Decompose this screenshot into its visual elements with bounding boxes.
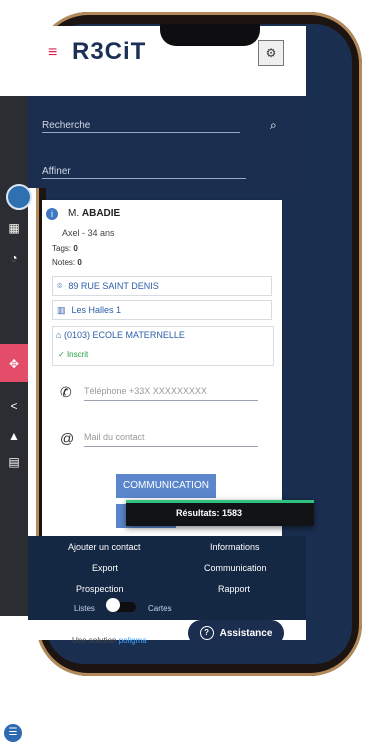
results-accent: [126, 500, 314, 503]
user-settings-icon[interactable]: ⚙: [258, 40, 284, 66]
toggle-label-listes: Listes: [74, 604, 95, 613]
school-name: ⌂ (0103) ECOLE MATERNELLE: [56, 330, 185, 340]
menu-icon[interactable]: ≡: [48, 44, 57, 62]
app-logo: R3CiT: [72, 38, 147, 65]
prospection-link[interactable]: Prospection: [76, 584, 124, 594]
rapport-link[interactable]: Rapport: [218, 584, 250, 594]
communication-link[interactable]: Communication: [204, 563, 267, 573]
add-contact-link[interactable]: Ajouter un contact: [68, 542, 141, 552]
school-text: (0103) ECOLE MATERNELLE: [63, 330, 185, 340]
phone-underline: [84, 400, 258, 401]
left-sidebar: ▦ ◔ ✥ < ▲ ▤ ☰: [0, 96, 32, 742]
network-icon[interactable]: ✥: [4, 354, 24, 374]
results-text: Résultats: 1583: [176, 508, 243, 518]
footer-text: Une solution poligma: [72, 636, 147, 645]
check-icon: ✓: [58, 350, 65, 359]
informations-link[interactable]: Informations: [210, 542, 260, 552]
contact-age: Axel - 34 ans: [62, 228, 115, 238]
mail-underline: [84, 446, 258, 447]
share-icon[interactable]: <: [4, 396, 24, 416]
assistance-label: Assistance: [219, 627, 273, 639]
phone-icon: ✆: [60, 384, 72, 400]
search-input[interactable]: Recherche: [42, 120, 90, 131]
view-toggle-knob[interactable]: [106, 598, 120, 612]
search-underline: [42, 132, 240, 133]
location-pin-icon: ⌾: [57, 280, 63, 291]
refine-input[interactable]: Affiner: [42, 166, 71, 177]
tags-count: Tags: 0: [52, 244, 78, 253]
district-row[interactable]: ▥ Les Halles 1: [52, 300, 272, 320]
school-status: ✓ Inscrit: [58, 350, 88, 359]
status-text: Inscrit: [66, 350, 89, 359]
phone-input[interactable]: Téléphone +33X XXXXXXXXX: [84, 386, 207, 396]
pie-chart-icon[interactable]: ◔: [4, 248, 24, 268]
notch: [160, 24, 260, 46]
mail-input[interactable]: Mail du contact: [84, 432, 145, 442]
chat-icon[interactable]: ☰: [4, 724, 22, 742]
contact-name: ABADIE: [81, 208, 121, 219]
search-icon[interactable]: ⌕: [270, 118, 277, 133]
contact-title: M. ABADIE: [52, 208, 120, 219]
district-text: Les Halles 1: [71, 305, 122, 315]
address-text: 89 RUE SAINT DENIS: [68, 281, 159, 291]
assistance-button[interactable]: ? Assistance: [188, 620, 284, 646]
contact-prefix: M.: [68, 208, 80, 219]
school-building-icon: ⌂: [56, 330, 62, 340]
export-link[interactable]: Export: [92, 563, 118, 573]
notes-count: Notes: 0: [52, 258, 82, 267]
school-icon[interactable]: ▲: [4, 426, 24, 446]
building-icon: ▥: [57, 304, 66, 315]
dashboard-icon[interactable]: ▦: [4, 218, 24, 238]
report-icon[interactable]: ▤: [4, 452, 24, 472]
toggle-label-cartes: Cartes: [148, 604, 172, 613]
refine-underline: [42, 178, 246, 179]
address-row[interactable]: ⌾ 89 RUE SAINT DENIS: [52, 276, 272, 296]
help-icon: ?: [199, 626, 214, 640]
at-icon: @: [60, 430, 75, 446]
communication-button[interactable]: COMMUNICATION: [116, 474, 216, 498]
